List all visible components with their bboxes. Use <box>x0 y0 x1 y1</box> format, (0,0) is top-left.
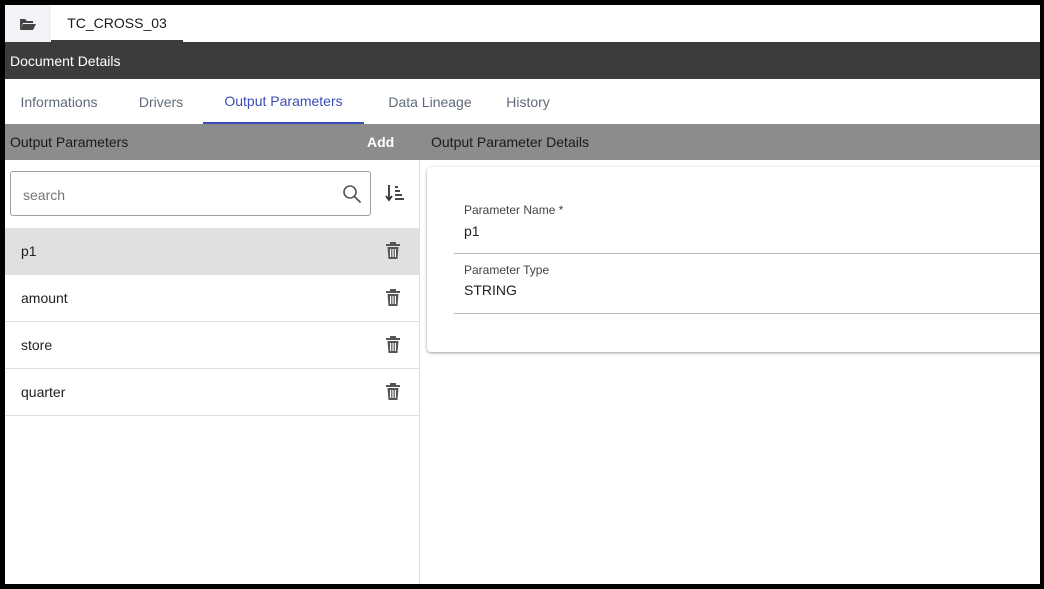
app-window: TC_CROSS_03 Document Details Information… <box>5 5 1040 584</box>
parameter-details-card: Parameter Name * p1 Parameter Type STRIN… <box>427 167 1040 352</box>
parameter-name: quarter <box>21 384 66 400</box>
parameter-type-value[interactable]: STRING <box>464 282 517 298</box>
parameter-type-field[interactable]: Parameter Type STRING <box>454 253 1040 314</box>
folder-open-icon <box>20 18 36 30</box>
document-details-toolbar: Document Details <box>5 42 1040 79</box>
section-header: Output Parameters Add Output Parameter D… <box>5 124 1040 160</box>
document-tabs: Informations Drivers Output Parameters D… <box>5 79 1040 124</box>
document-tab-bar: TC_CROSS_03 <box>5 5 1040 42</box>
parameter-type-label: Parameter Type <box>464 263 550 277</box>
parameter-name-value[interactable]: p1 <box>464 223 480 239</box>
trash-icon[interactable] <box>385 383 401 401</box>
sort-icon[interactable] <box>385 183 405 203</box>
parameter-name: amount <box>21 290 68 306</box>
list-item[interactable]: store <box>5 322 419 369</box>
tab-label: Output Parameters <box>224 92 343 109</box>
list-item[interactable]: quarter <box>5 369 419 416</box>
search-field <box>10 171 371 217</box>
tab-output-parameters[interactable]: Output Parameters <box>203 79 364 124</box>
toolbar-title: Document Details <box>10 52 121 69</box>
search-input[interactable] <box>21 172 325 217</box>
tab-drivers[interactable]: Drivers <box>123 79 199 124</box>
search-icon[interactable] <box>342 184 362 204</box>
parameter-name-label: Parameter Name * <box>464 203 564 217</box>
tab-informations[interactable]: Informations <box>5 79 113 124</box>
tab-label: History <box>506 93 550 110</box>
parameter-list: p1 amount store quarter <box>5 228 419 416</box>
parameters-panel: p1 amount <box>5 160 420 584</box>
document-tab[interactable]: TC_CROSS_03 <box>51 5 183 42</box>
tab-label: Data Lineage <box>388 93 472 110</box>
folder-button[interactable] <box>5 5 51 42</box>
trash-icon[interactable] <box>385 289 401 307</box>
output-parameters-title: Output Parameters <box>10 134 129 150</box>
list-item[interactable]: p1 <box>5 228 419 275</box>
parameter-name: store <box>21 337 53 353</box>
tab-data-lineage[interactable]: Data Lineage <box>371 79 489 124</box>
output-parameter-details-title: Output Parameter Details <box>431 134 589 150</box>
list-item[interactable]: amount <box>5 275 419 322</box>
tab-label: Informations <box>20 93 98 110</box>
trash-icon[interactable] <box>385 336 401 354</box>
tab-label: Drivers <box>138 93 184 110</box>
tab-history[interactable]: History <box>493 79 563 124</box>
trash-icon[interactable] <box>385 242 401 260</box>
parameter-name-field[interactable]: Parameter Name * p1 <box>454 167 1040 254</box>
add-button[interactable]: Add <box>367 134 394 150</box>
parameter-name: p1 <box>21 243 37 259</box>
document-tab-title: TC_CROSS_03 <box>67 14 167 31</box>
